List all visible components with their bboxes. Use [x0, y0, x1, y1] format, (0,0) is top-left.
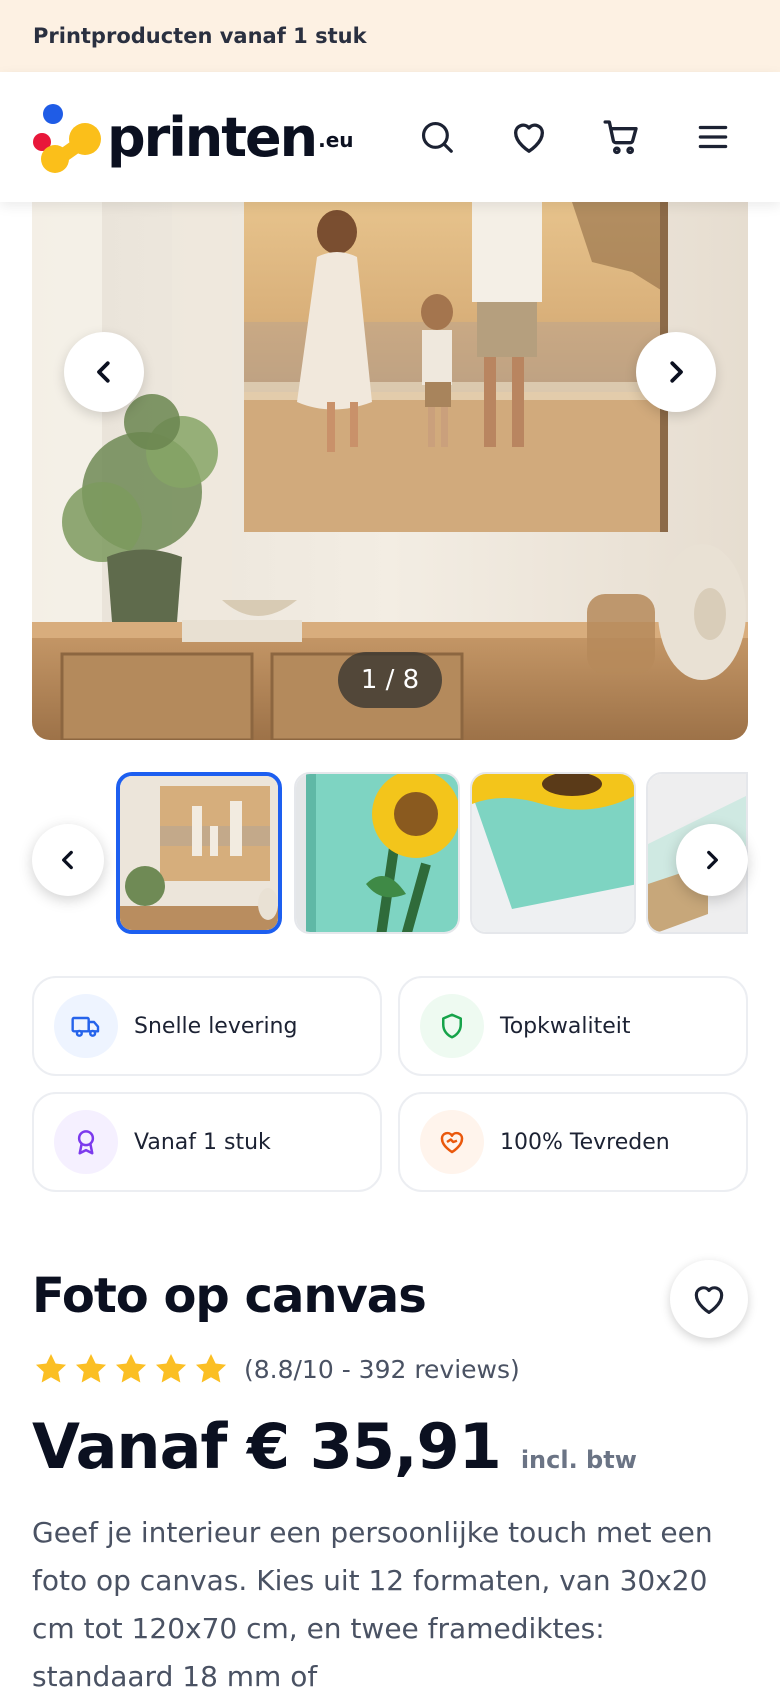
star-icon [35, 1353, 67, 1383]
thumbnail-3[interactable] [470, 772, 636, 934]
heart-icon [694, 1286, 724, 1315]
usp-label: Topkwaliteit [500, 1013, 631, 1039]
award-icon [54, 1110, 118, 1174]
thumbnail-2[interactable] [294, 772, 460, 934]
chevron-left-icon [97, 361, 110, 383]
star-rating [32, 1350, 230, 1388]
star-icon [195, 1353, 227, 1383]
chevron-right-icon [670, 361, 683, 383]
promo-text: Printproducten vanaf 1 stuk [33, 24, 367, 48]
price-row: Vanaf € 35,91 incl. btw [32, 1410, 748, 1483]
logo-tld: .eu [318, 128, 354, 152]
logo-wordmark: printen [107, 105, 318, 169]
thumbnails-next-button[interactable] [676, 824, 748, 896]
usp-label: Snelle levering [134, 1013, 298, 1039]
usp-top-quality: Topkwaliteit [398, 976, 748, 1076]
thumbnail-strip [0, 768, 780, 968]
usp-from-one-piece: Vanaf 1 stuk [32, 1092, 382, 1192]
search-icon[interactable] [413, 113, 461, 161]
logo[interactable]: printen .eu [33, 97, 354, 177]
rating-summary: (8.8/10 - 392 reviews) [244, 1354, 520, 1384]
gallery-counter: 1 / 8 [338, 652, 442, 708]
favorite-button[interactable] [670, 1260, 748, 1338]
header-actions [413, 113, 737, 161]
product-title: Foto op canvas [32, 1268, 427, 1324]
site-header: printen .eu [0, 72, 780, 202]
product-gallery: 1 / 8 [32, 202, 748, 740]
shield-icon [420, 994, 484, 1058]
heart-handshake-icon [420, 1110, 484, 1174]
heart-icon[interactable] [505, 113, 553, 161]
star-icon [155, 1353, 187, 1383]
usp-grid: Snelle levering Topkwaliteit Vanaf 1 stu… [0, 976, 780, 1192]
product-price: Vanaf € 35,91 [32, 1410, 502, 1483]
product-info: Foto op canvas (8.8/10 - 392 reviews) Va… [0, 1260, 780, 1688]
product-description: Geef je interieur een persoonlijke touch… [32, 1516, 713, 1688]
usp-label: 100% Tevreden [500, 1129, 670, 1155]
vat-note: incl. btw [520, 1446, 637, 1474]
truck-icon [54, 994, 118, 1058]
promo-bar: Printproducten vanaf 1 stuk [0, 0, 780, 72]
menu-icon[interactable] [689, 113, 737, 161]
chevron-left-icon [62, 850, 73, 870]
star-icon [75, 1353, 107, 1383]
product-rating[interactable]: (8.8/10 - 392 reviews) [32, 1350, 748, 1388]
star-icon [115, 1353, 147, 1383]
thumbnail-1[interactable] [116, 772, 282, 934]
logo-mark [33, 97, 105, 177]
chevron-right-icon [707, 850, 718, 870]
gallery-prev-button[interactable] [64, 332, 144, 412]
cart-icon[interactable] [597, 113, 645, 161]
usp-label: Vanaf 1 stuk [134, 1129, 271, 1155]
thumbnails-prev-button[interactable] [32, 824, 104, 896]
usp-satisfaction: 100% Tevreden [398, 1092, 748, 1192]
gallery-next-button[interactable] [636, 332, 716, 412]
usp-fast-delivery: Snelle levering [32, 976, 382, 1076]
